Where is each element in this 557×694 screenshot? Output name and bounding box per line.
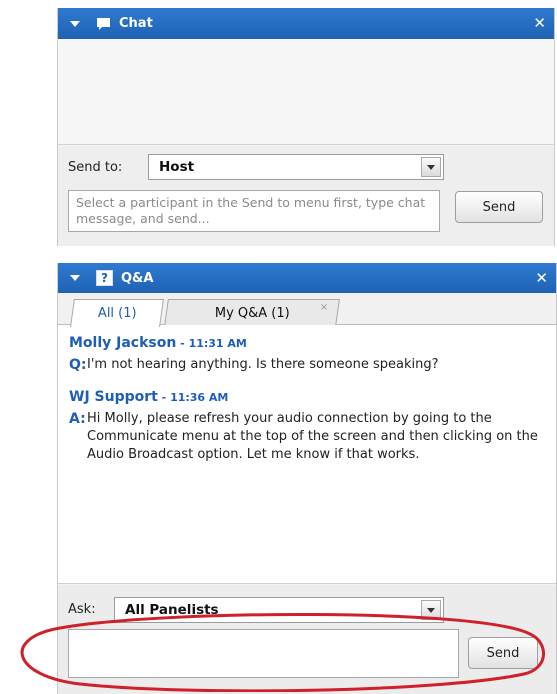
chat-titlebar: Chat ✕ — [58, 8, 554, 39]
tab-all-label: All (1) — [97, 306, 137, 321]
qa-title: Q&A — [121, 270, 154, 286]
send-to-dropdown[interactable]: Host — [148, 154, 444, 180]
tab-all[interactable]: All (1) — [70, 299, 164, 327]
tab-my-qa[interactable]: My Q&A (1) × — [164, 299, 340, 326]
qa-send-button[interactable]: Send — [468, 637, 538, 669]
message-time: - 11:36 AM — [157, 391, 229, 404]
chat-title: Chat — [119, 16, 153, 31]
send-to-label: Send to: — [68, 160, 123, 175]
qa-message: Molly Jackson - 11:31 AM Q: I'm not hear… — [69, 334, 544, 374]
tab-my-qa-label: My Q&A (1) — [214, 305, 290, 321]
ask-label: Ask: — [68, 602, 96, 617]
message-text: Hi Molly, please refresh your audio conn… — [87, 411, 538, 462]
help-question-icon: ? — [96, 270, 113, 286]
close-icon[interactable]: ✕ — [533, 14, 546, 32]
ask-dropdown[interactable]: All Panelists — [114, 597, 444, 623]
ask-value: All Panelists — [125, 602, 219, 618]
qa-titlebar: ? Q&A ✕ — [58, 263, 556, 293]
chat-panel: Chat ✕ Send to: Host Select a participan… — [57, 8, 555, 246]
chevron-down-icon[interactable] — [421, 157, 441, 177]
message-text: I'm not hearing anything. Is there someo… — [87, 357, 439, 372]
collapse-arrow-icon[interactable] — [70, 20, 80, 27]
qa-tabs: All (1) My Q&A (1) × — [58, 293, 556, 327]
qa-message-list: Molly Jackson - 11:31 AM Q: I'm not hear… — [58, 325, 556, 584]
chat-message-area — [58, 39, 554, 145]
question-prefix: Q: — [69, 357, 87, 373]
qa-message: WJ Support - 11:36 AM A: Hi Molly, pleas… — [69, 388, 544, 464]
close-icon[interactable]: ✕ — [535, 269, 548, 287]
answer-prefix: A: — [69, 411, 86, 427]
chat-message-input[interactable]: Select a participant in the Send to menu… — [68, 190, 440, 232]
collapse-arrow-icon[interactable] — [70, 275, 80, 281]
send-to-value: Host — [159, 159, 195, 175]
question-input[interactable] — [68, 629, 459, 678]
message-author: WJ Support — [69, 389, 158, 405]
tab-close-icon[interactable]: × — [319, 302, 327, 313]
chat-send-button[interactable]: Send — [455, 191, 543, 223]
message-author: Molly Jackson — [69, 335, 177, 351]
chat-bubble-icon — [96, 17, 111, 31]
qa-panel: ? Q&A ✕ All (1) My Q&A (1) × Molly Jacks… — [57, 263, 557, 694]
chevron-down-icon[interactable] — [421, 600, 441, 620]
message-time: - 11:31 AM — [176, 337, 247, 350]
qa-compose-area: Ask: All Panelists Send — [58, 585, 556, 694]
chat-compose-area: Send to: Host Select a participant in th… — [58, 146, 554, 246]
